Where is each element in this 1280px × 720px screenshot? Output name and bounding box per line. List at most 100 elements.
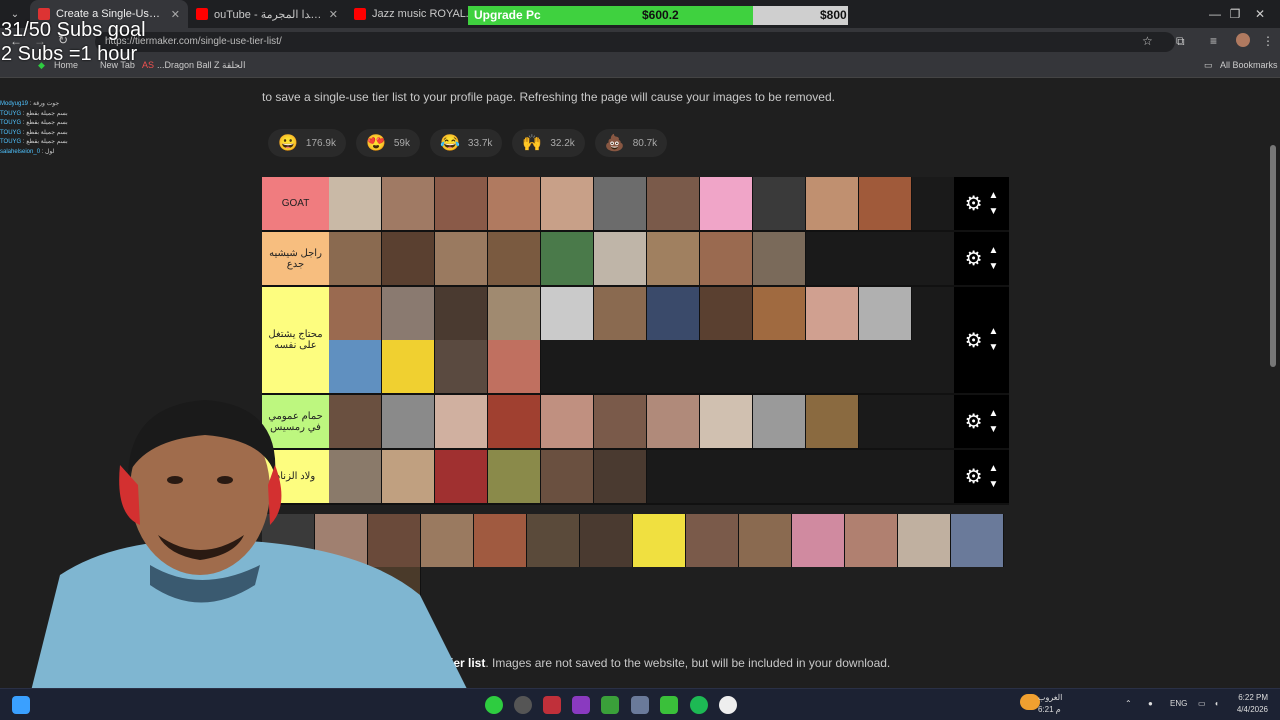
- weather-widget[interactable]: الغروب 6:21 م: [1038, 692, 1062, 716]
- url-bar[interactable]: https://tiermaker.com/single-use-tier-li…: [95, 32, 1175, 52]
- tier-image[interactable]: [647, 395, 700, 448]
- gear-icon[interactable]: ⚙: [965, 246, 983, 271]
- app-icon-4[interactable]: [572, 696, 590, 714]
- move-up-icon[interactable]: ▲: [989, 406, 999, 422]
- gear-icon[interactable]: ⚙: [965, 328, 983, 353]
- tier-image[interactable]: [541, 450, 594, 503]
- move-up-icon[interactable]: ▲: [989, 243, 999, 259]
- app-icon-1[interactable]: [485, 696, 503, 714]
- language-indicator[interactable]: ENG: [1170, 698, 1187, 710]
- tier-image[interactable]: [594, 177, 647, 230]
- move-down-icon[interactable]: ▼: [989, 340, 999, 356]
- tier-image[interactable]: [753, 287, 806, 340]
- tier-image[interactable]: [647, 287, 700, 340]
- reading-list-icon[interactable]: ≡: [1210, 34, 1217, 48]
- tier-image[interactable]: [329, 232, 382, 285]
- tier-image[interactable]: [488, 232, 541, 285]
- tier-image[interactable]: [488, 395, 541, 448]
- pool-image[interactable]: [633, 514, 686, 567]
- browser-tab[interactable]: ouTube - إيستيبو وديدا المجرمة ✕: [188, 0, 346, 28]
- network-icon[interactable]: ▭: [1198, 698, 1206, 710]
- tier-image[interactable]: [594, 232, 647, 285]
- tier-image[interactable]: [541, 177, 594, 230]
- move-down-icon[interactable]: ▼: [989, 477, 999, 493]
- reaction-button[interactable]: 😍 59k: [355, 129, 420, 157]
- pool-image[interactable]: [792, 514, 845, 567]
- microphone-icon[interactable]: ●: [1148, 698, 1153, 710]
- app-icon-2[interactable]: [514, 696, 532, 714]
- tier-image[interactable]: [753, 177, 806, 230]
- tier-image[interactable]: [488, 177, 541, 230]
- move-down-icon[interactable]: ▼: [989, 204, 999, 220]
- tier-image[interactable]: [806, 177, 859, 230]
- pool-image[interactable]: [739, 514, 792, 567]
- tier-image[interactable]: [647, 177, 700, 230]
- gear-icon[interactable]: ⚙: [965, 409, 983, 434]
- pool-image[interactable]: [580, 514, 633, 567]
- tier-image[interactable]: [435, 287, 488, 340]
- page-scrollbar[interactable]: [1270, 145, 1276, 367]
- tier-label[interactable]: محتاج يشتغل على نفسه: [262, 287, 329, 393]
- tier-image[interactable]: [329, 177, 382, 230]
- tier-image[interactable]: [700, 395, 753, 448]
- tab-close-icon[interactable]: ✕: [171, 8, 180, 21]
- minecraft-icon[interactable]: [601, 696, 619, 714]
- pool-image[interactable]: [527, 514, 580, 567]
- tier-image[interactable]: [329, 340, 382, 393]
- move-down-icon[interactable]: ▼: [989, 259, 999, 275]
- reaction-button[interactable]: 😂 33.7k: [430, 129, 503, 157]
- tier-label[interactable]: راجل شيشيه جدع: [262, 232, 329, 285]
- tier-label[interactable]: GOAT: [262, 177, 329, 230]
- app-icon-5[interactable]: [660, 696, 678, 714]
- gear-icon[interactable]: ⚙: [965, 191, 983, 216]
- tab-close-icon[interactable]: ✕: [329, 8, 338, 21]
- app-icon-3[interactable]: [543, 696, 561, 714]
- pool-image[interactable]: [845, 514, 898, 567]
- move-up-icon[interactable]: ▲: [989, 461, 999, 477]
- tier-image[interactable]: [859, 177, 912, 230]
- tier-image[interactable]: [382, 177, 435, 230]
- tier-image[interactable]: [806, 395, 859, 448]
- tier-image[interactable]: [488, 287, 541, 340]
- media-icon[interactable]: [719, 696, 737, 714]
- start-icon[interactable]: [12, 696, 30, 714]
- tier-image[interactable]: [488, 340, 541, 393]
- tier-image[interactable]: [541, 287, 594, 340]
- tier-image[interactable]: [382, 340, 435, 393]
- tier-image[interactable]: [700, 232, 753, 285]
- bookmark-star-icon[interactable]: ☆: [1142, 34, 1153, 48]
- tier-image[interactable]: [594, 395, 647, 448]
- tier-image[interactable]: [382, 232, 435, 285]
- reaction-button[interactable]: 🙌 32.2k: [512, 129, 585, 157]
- volume-icon[interactable]: ◖: [1214, 698, 1219, 710]
- tray-chevron-icon[interactable]: ⌃: [1125, 698, 1132, 710]
- clock[interactable]: 6:22 PM 4/4/2026: [1228, 692, 1268, 716]
- extensions-icon[interactable]: ⧉: [1176, 34, 1185, 49]
- pool-image[interactable]: [686, 514, 739, 567]
- tier-image[interactable]: [435, 232, 488, 285]
- gear-icon[interactable]: ⚙: [965, 464, 983, 489]
- close-window-icon[interactable]: ✕: [1240, 0, 1280, 28]
- move-up-icon[interactable]: ▲: [989, 188, 999, 204]
- reaction-button[interactable]: 😀 176.9k: [268, 129, 346, 157]
- tier-image[interactable]: [435, 340, 488, 393]
- tier-image[interactable]: [435, 177, 488, 230]
- tier-image[interactable]: [753, 232, 806, 285]
- profile-avatar[interactable]: [1236, 33, 1250, 47]
- tier-image[interactable]: [488, 450, 541, 503]
- spotify-icon[interactable]: [690, 696, 708, 714]
- tier-image[interactable]: [594, 450, 647, 503]
- pool-image[interactable]: [898, 514, 951, 567]
- reaction-button[interactable]: 💩 80.7k: [594, 129, 668, 157]
- pool-image[interactable]: [951, 514, 1004, 567]
- all-bookmarks[interactable]: All Bookmarks: [1220, 60, 1278, 70]
- tier-image[interactable]: [541, 232, 594, 285]
- tier-image[interactable]: [541, 395, 594, 448]
- tier-image[interactable]: [700, 287, 753, 340]
- tier-image[interactable]: [329, 287, 382, 340]
- tier-image[interactable]: [806, 287, 859, 340]
- tier-image[interactable]: [700, 177, 753, 230]
- tier-image[interactable]: [859, 287, 912, 340]
- move-down-icon[interactable]: ▼: [989, 422, 999, 438]
- tier-image[interactable]: [753, 395, 806, 448]
